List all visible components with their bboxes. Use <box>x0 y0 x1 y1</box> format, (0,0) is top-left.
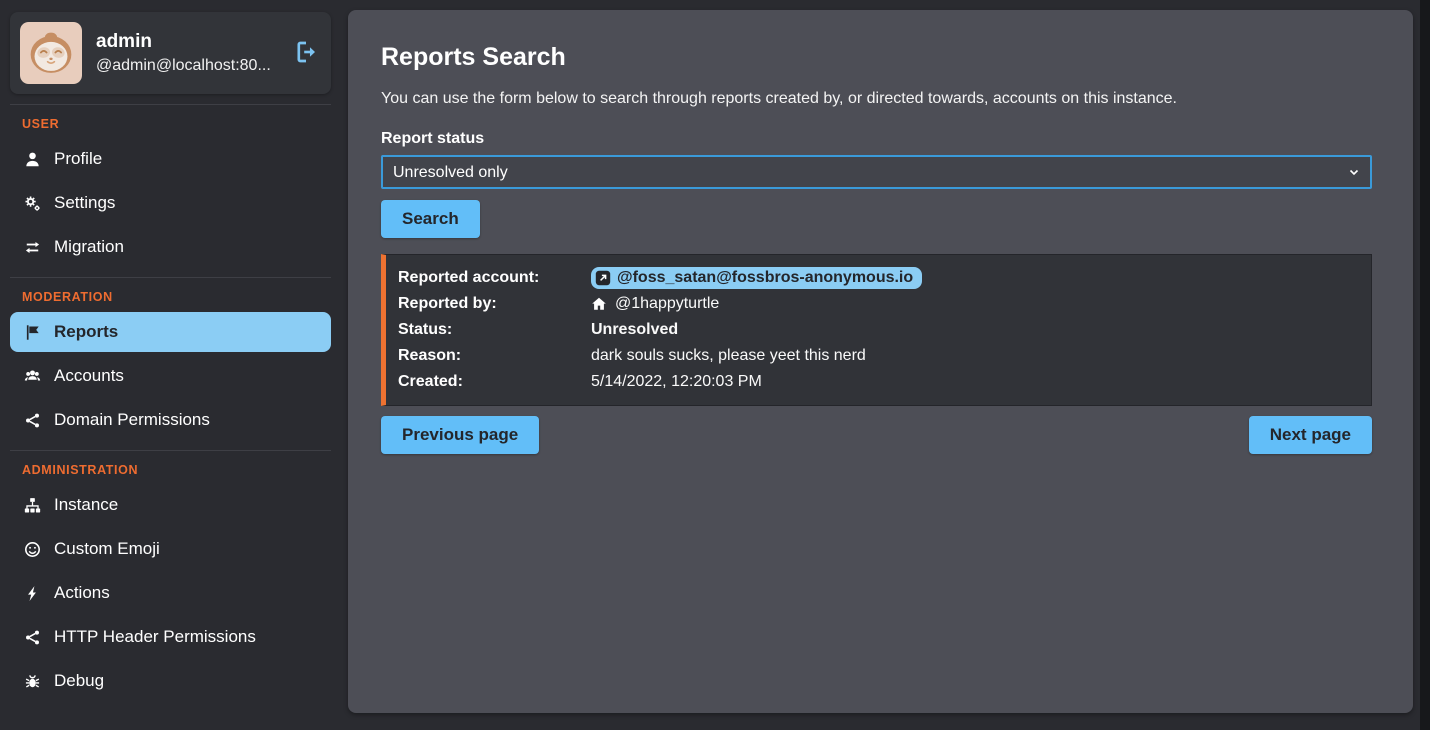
page-description: You can use the form below to search thr… <box>381 90 1372 108</box>
sidebar-item-label: Custom Emoji <box>54 539 160 559</box>
reason-label: Reason: <box>398 347 591 365</box>
sidebar-item-domain-permissions[interactable]: Domain Permissions <box>10 400 331 440</box>
sidebar-item-custom-emoji[interactable]: Custom Emoji <box>10 529 331 569</box>
reports-search-panel: Reports Search You can use the form belo… <box>348 10 1413 713</box>
sidebar-item-actions[interactable]: Actions <box>10 573 331 613</box>
sidebar-item-label: Reports <box>54 322 118 342</box>
sidebar-divider <box>10 104 331 105</box>
sidebar-item-label: Profile <box>54 149 102 169</box>
scrollbar-track[interactable] <box>1420 0 1430 730</box>
next-page-button[interactable]: Next page <box>1249 416 1372 454</box>
section-title-moderation: MODERATION <box>22 290 331 304</box>
smiley-icon <box>22 540 42 558</box>
sign-out-icon <box>294 40 318 64</box>
external-link-icon <box>595 270 611 286</box>
report-card[interactable]: Reported account: @foss_satan@fossbros-a… <box>381 254 1372 406</box>
user-icon <box>22 150 42 168</box>
report-row-reported-by: Reported by: @1happyturtle <box>398 291 1359 317</box>
pagination: Previous page Next page <box>381 416 1372 454</box>
sidebar-item-debug[interactable]: Debug <box>10 661 331 701</box>
section-title-administration: ADMINISTRATION <box>22 463 331 477</box>
user-info: admin @admin@localhost:80... <box>96 31 271 75</box>
reported-by-label: Reported by: <box>398 295 591 313</box>
user-handle: @admin@localhost:80... <box>96 57 271 75</box>
section-title-user: USER <box>22 117 331 131</box>
sidebar-item-label: Accounts <box>54 366 124 386</box>
sidebar-item-label: Debug <box>54 671 104 691</box>
sidebar-item-instance[interactable]: Instance <box>10 485 331 525</box>
previous-page-button[interactable]: Previous page <box>381 416 539 454</box>
report-row-reported-account: Reported account: @foss_satan@fossbros-a… <box>398 265 1359 291</box>
gears-icon <box>22 194 42 212</box>
sidebar-item-migration[interactable]: Migration <box>10 227 331 267</box>
sidebar-item-label: Actions <box>54 583 110 603</box>
reason-value: dark souls sucks, please yeet this nerd <box>591 347 866 365</box>
reported-by-value: @1happyturtle <box>615 295 719 313</box>
report-status-select[interactable]: Unresolved only <box>381 155 1372 189</box>
sidebar-divider <box>10 277 331 278</box>
sidebar-item-profile[interactable]: Profile <box>10 139 331 179</box>
sidebar-divider <box>10 450 331 451</box>
reported-account-value: @foss_satan@fossbros-anonymous.io <box>617 269 913 287</box>
report-row-reason: Reason: dark souls sucks, please yeet th… <box>398 343 1359 369</box>
sidebar-item-label: Settings <box>54 193 115 213</box>
home-icon <box>591 296 607 312</box>
logout-button[interactable] <box>291 38 321 68</box>
sidebar-item-reports[interactable]: Reports <box>10 312 331 352</box>
sidebar-item-label: Domain Permissions <box>54 410 210 430</box>
migration-arrows-icon <box>22 238 42 256</box>
reported-account-label: Reported account: <box>398 269 591 287</box>
sidebar-item-settings[interactable]: Settings <box>10 183 331 223</box>
report-row-status: Status: Unresolved <box>398 317 1359 343</box>
main-area: Reports Search You can use the form belo… <box>345 0 1420 730</box>
bolt-icon <box>22 584 42 602</box>
reported-account-badge[interactable]: @foss_satan@fossbros-anonymous.io <box>591 267 922 289</box>
sidebar-item-http-header-permissions[interactable]: HTTP Header Permissions <box>10 617 331 657</box>
page-title: Reports Search <box>381 43 1372 72</box>
share-nodes-icon <box>22 628 42 646</box>
search-button[interactable]: Search <box>381 200 480 238</box>
created-label: Created: <box>398 373 591 391</box>
sidebar-item-label: HTTP Header Permissions <box>54 627 256 647</box>
user-name: admin <box>96 31 271 53</box>
flag-icon <box>22 323 42 341</box>
bug-icon <box>22 672 42 690</box>
report-status-select-wrap: Unresolved only <box>381 155 1372 189</box>
report-status-label: Report status <box>381 130 1372 148</box>
sidebar: admin @admin@localhost:80... USER Profil… <box>0 0 345 730</box>
status-label: Status: <box>398 321 591 339</box>
sidebar-item-label: Instance <box>54 495 118 515</box>
sitemap-icon <box>22 496 42 514</box>
share-nodes-icon <box>22 411 42 429</box>
report-row-created: Created: 5/14/2022, 12:20:03 PM <box>398 369 1359 395</box>
sidebar-item-label: Migration <box>54 237 124 257</box>
sidebar-item-accounts[interactable]: Accounts <box>10 356 331 396</box>
created-value: 5/14/2022, 12:20:03 PM <box>591 373 762 391</box>
sloth-avatar <box>20 22 82 84</box>
user-card[interactable]: admin @admin@localhost:80... <box>10 12 331 94</box>
users-icon <box>22 367 42 385</box>
status-value: Unresolved <box>591 321 678 339</box>
